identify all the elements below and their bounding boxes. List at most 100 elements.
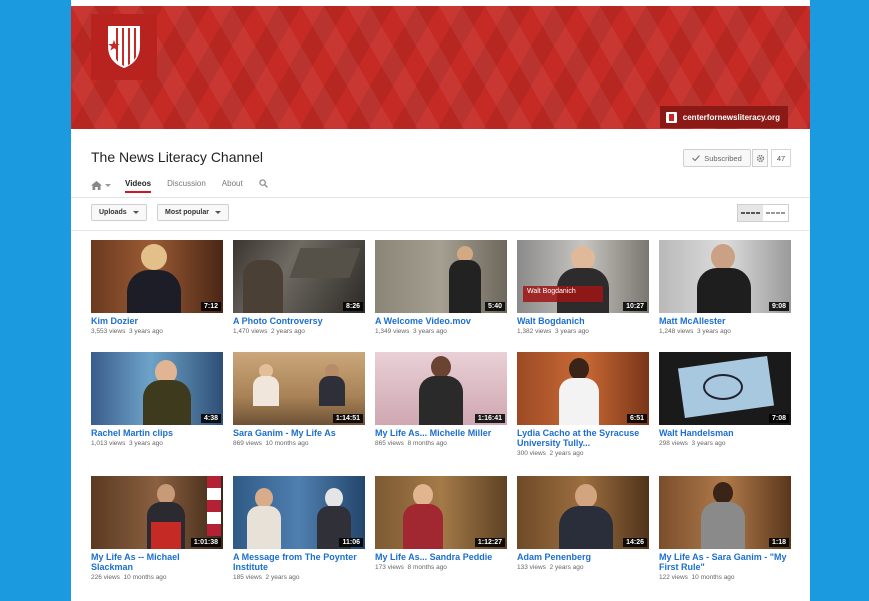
video-item[interactable]: 8:26 A Photo Controversy 1,470 views 2 y… bbox=[233, 240, 365, 335]
video-title[interactable]: Sara Ganim - My Life As bbox=[233, 428, 365, 438]
video-item[interactable]: 11:06 A Message from The Poynter Institu… bbox=[233, 476, 365, 581]
video-age: 10 months ago bbox=[123, 574, 167, 581]
video-views: 1,248 views bbox=[659, 328, 694, 335]
video-thumbnail[interactable]: 7:08 bbox=[659, 352, 791, 425]
chevron-down-icon bbox=[132, 211, 139, 214]
video-views: 1,382 views bbox=[517, 328, 552, 335]
video-title[interactable]: Matt McAllester bbox=[659, 316, 791, 326]
site-favicon-icon bbox=[665, 111, 677, 123]
video-item[interactable]: 1:16:41 My Life As... Michelle Miller 86… bbox=[375, 352, 507, 447]
grid-view-button[interactable] bbox=[738, 205, 763, 221]
website-link[interactable]: centerfornewsliteracy.org bbox=[659, 106, 788, 128]
video-item[interactable]: 1:14:51 Sara Ganim - My Life As 869 view… bbox=[233, 352, 365, 447]
video-meta: 1,013 views 3 years ago bbox=[91, 440, 223, 447]
video-age: 10 months ago bbox=[265, 440, 309, 447]
video-title[interactable]: My Life As... Sandra Peddie bbox=[375, 552, 507, 562]
tab-videos[interactable]: Videos bbox=[125, 175, 152, 193]
channel-logo[interactable] bbox=[91, 14, 157, 80]
video-title[interactable]: Adam Penenberg bbox=[517, 552, 649, 562]
channel-title: The News Literacy Channel bbox=[91, 149, 263, 165]
video-title[interactable]: My Life As... Michelle Miller bbox=[375, 428, 507, 438]
video-title[interactable]: Rachel Martin clips bbox=[91, 428, 223, 438]
video-title[interactable]: Lydia Cacho at the Syracuse University T… bbox=[517, 428, 649, 448]
video-title[interactable]: Walt Handelsman bbox=[659, 428, 791, 438]
video-age: 3 years ago bbox=[128, 440, 163, 447]
video-age: 2 years ago bbox=[270, 328, 305, 335]
video-thumbnail[interactable]: 9:08 bbox=[659, 240, 791, 313]
tab-about[interactable]: About bbox=[222, 175, 243, 193]
subscribed-button[interactable]: Subscribed bbox=[683, 149, 751, 167]
video-thumbnail[interactable]: 1:16:41 bbox=[375, 352, 507, 425]
video-item[interactable]: 7:12 Kim Dozier 3,553 views 3 years ago bbox=[91, 240, 223, 335]
video-views: 1,013 views bbox=[91, 440, 126, 447]
tab-home[interactable] bbox=[91, 175, 111, 193]
video-thumbnail[interactable]: 1:01:38 bbox=[91, 476, 223, 549]
video-title[interactable]: Kim Dozier bbox=[91, 316, 223, 326]
video-duration: 1:14:51 bbox=[332, 414, 363, 423]
grid-view-icon bbox=[738, 212, 763, 214]
video-item[interactable]: Walt Bogdanich 10:27 Walt Bogdanich 1,38… bbox=[517, 240, 649, 335]
video-item[interactable]: 9:08 Matt McAllester 1,248 views 3 years… bbox=[659, 240, 791, 335]
video-item[interactable]: 14:26 Adam Penenberg 133 views 2 years a… bbox=[517, 476, 649, 571]
video-thumbnail[interactable]: 6:51 bbox=[517, 352, 649, 425]
video-thumbnail[interactable]: 14:26 bbox=[517, 476, 649, 549]
video-meta: 1,382 views 3 years ago bbox=[517, 328, 649, 335]
video-item[interactable]: 6:51 Lydia Cacho at the Syracuse Univers… bbox=[517, 352, 649, 457]
video-title[interactable]: My Life As - Sara Ganim - "My First Rule… bbox=[659, 552, 791, 572]
video-duration: 11:06 bbox=[339, 538, 363, 547]
uploads-dropdown[interactable]: Uploads bbox=[91, 204, 147, 221]
video-thumbnail[interactable]: 8:26 bbox=[233, 240, 365, 313]
video-title[interactable]: A Photo Controversy bbox=[233, 316, 365, 326]
video-views: 3,553 views bbox=[91, 328, 126, 335]
list-view-button[interactable] bbox=[763, 205, 788, 221]
video-meta: 1,349 views 3 years ago bbox=[375, 328, 507, 335]
subscription-settings-button[interactable] bbox=[752, 149, 768, 167]
video-thumbnail[interactable]: 4:38 bbox=[91, 352, 223, 425]
video-meta: 122 views 10 months ago bbox=[659, 574, 791, 581]
video-age: 2 years ago bbox=[549, 564, 584, 571]
video-item[interactable]: 7:08 Walt Handelsman 298 views 3 years a… bbox=[659, 352, 791, 447]
video-age: 8 months ago bbox=[407, 440, 447, 447]
view-toggle bbox=[737, 204, 789, 222]
video-age: 8 months ago bbox=[407, 564, 447, 571]
video-views: 133 views bbox=[517, 564, 546, 571]
video-thumbnail[interactable]: 1:18 bbox=[659, 476, 791, 549]
video-item[interactable]: 1:12:27 My Life As... Sandra Peddie 173 … bbox=[375, 476, 507, 571]
video-title[interactable]: A Welcome Video.mov bbox=[375, 316, 507, 326]
video-title[interactable]: A Message from The Poynter Institute bbox=[233, 552, 365, 572]
video-thumbnail[interactable]: 7:12 bbox=[91, 240, 223, 313]
channel-tabs: Videos Discussion About bbox=[91, 175, 284, 197]
video-age: 3 years ago bbox=[696, 328, 731, 335]
video-age: 10 months ago bbox=[691, 574, 735, 581]
video-duration: 5:40 bbox=[484, 302, 505, 311]
video-age: 2 years ago bbox=[549, 450, 584, 457]
video-thumbnail[interactable]: 5:40 bbox=[375, 240, 507, 313]
video-title[interactable]: My Life As -- Michael Slackman bbox=[91, 552, 223, 572]
search-icon bbox=[259, 179, 268, 188]
video-age: 3 years ago bbox=[691, 440, 726, 447]
sort-dropdown[interactable]: Most popular bbox=[157, 204, 229, 221]
video-thumbnail[interactable]: 1:14:51 bbox=[233, 352, 365, 425]
video-views: 869 views bbox=[233, 440, 262, 447]
video-title[interactable]: Walt Bogdanich bbox=[517, 316, 649, 326]
video-duration: 9:08 bbox=[768, 302, 789, 311]
tab-discussion[interactable]: Discussion bbox=[167, 175, 206, 193]
channel-page: centerfornewsliteracy.org The News Liter… bbox=[71, 0, 810, 601]
video-item[interactable]: 4:38 Rachel Martin clips 1,013 views 3 y… bbox=[91, 352, 223, 447]
video-meta: 869 views 10 months ago bbox=[233, 440, 365, 447]
video-thumbnail[interactable]: 1:12:27 bbox=[375, 476, 507, 549]
video-item[interactable]: 1:18 My Life As - Sara Ganim - "My First… bbox=[659, 476, 791, 581]
video-thumbnail[interactable]: Walt Bogdanich 10:27 bbox=[517, 240, 649, 313]
checkmark-icon bbox=[692, 155, 701, 161]
video-item[interactable]: 1:01:38 My Life As -- Michael Slackman 2… bbox=[91, 476, 223, 581]
video-views: 185 views bbox=[233, 574, 262, 581]
search-channel-button[interactable] bbox=[259, 175, 268, 193]
video-thumbnail[interactable]: 11:06 bbox=[233, 476, 365, 549]
list-view-icon bbox=[763, 212, 788, 214]
video-duration: 4:38 bbox=[200, 414, 221, 423]
video-item[interactable]: 5:40 A Welcome Video.mov 1,349 views 3 y… bbox=[375, 240, 507, 335]
video-meta: 185 views 2 years ago bbox=[233, 574, 365, 581]
uploads-dropdown-label: Uploads bbox=[99, 209, 127, 216]
video-views: 226 views bbox=[91, 574, 120, 581]
video-age: 3 years ago bbox=[554, 328, 589, 335]
